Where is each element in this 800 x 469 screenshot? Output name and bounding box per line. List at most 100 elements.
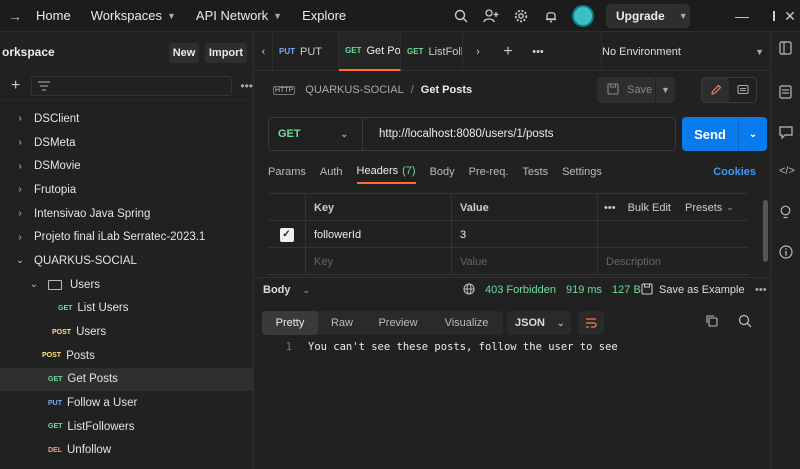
tree-request-follow-user[interactable]: PUT Follow a User: [0, 391, 253, 415]
tab-settings[interactable]: Settings: [562, 160, 602, 184]
tab-list-followers[interactable]: GET ListFoll: [401, 32, 463, 71]
new-value-field[interactable]: Value: [452, 248, 598, 275]
tree-item-label: Unfollow: [67, 444, 112, 457]
new-key-field[interactable]: Key: [306, 248, 452, 275]
tree-item-quarkus-social[interactable]: ⌄ QUARKUS-SOCIAL: [0, 249, 253, 273]
tree-item-dsmovie[interactable]: › DSMovie: [0, 154, 253, 178]
response-size[interactable]: 127 B: [612, 284, 641, 296]
api-network-menu[interactable]: API Network ▼: [196, 8, 282, 23]
back-arrow-icon[interactable]: →: [0, 8, 30, 24]
tree-folder-users[interactable]: ⌄ Users: [0, 273, 253, 297]
method-select[interactable]: GET ⌄: [269, 118, 363, 150]
tab-pretty[interactable]: Pretty: [262, 311, 318, 335]
row-checkbox[interactable]: ✓: [279, 227, 294, 242]
maximize-icon[interactable]: [738, 0, 775, 32]
explore-link[interactable]: Explore: [302, 8, 346, 23]
tab-headers[interactable]: Headers (7): [356, 160, 416, 184]
new-button[interactable]: New: [169, 43, 199, 63]
response-body-line: 1 You can't see these posts, follow the …: [262, 341, 618, 355]
tab-get-posts[interactable]: GET Get Po: [339, 32, 401, 71]
tab-params[interactable]: Params: [268, 160, 306, 184]
send-button[interactable]: Send ⌄: [682, 117, 767, 151]
search-icon[interactable]: [446, 0, 476, 32]
explore-label: Explore: [302, 8, 347, 23]
workspaces-menu[interactable]: Workspaces ▼: [91, 8, 176, 23]
header-value-field[interactable]: 3: [452, 221, 598, 248]
tabs-scroll-left-icon[interactable]: ‹: [255, 32, 273, 71]
more-icon[interactable]: •••: [240, 79, 253, 93]
presets-dropdown[interactable]: Presets: [685, 202, 722, 214]
tree-request-unfollow[interactable]: DEL Unfollow: [0, 439, 253, 463]
tree-request-get-posts[interactable]: GET Get Posts: [0, 367, 253, 392]
tree-request-post-users[interactable]: POST Users: [0, 320, 253, 344]
upgrade-button[interactable]: Upgrade ▼: [606, 4, 690, 28]
table-row: Key Value Description: [268, 248, 748, 275]
home-link[interactable]: Home: [36, 8, 71, 23]
tab-pre-request[interactable]: Pre-req.: [469, 160, 509, 184]
bell-icon[interactable]: [536, 0, 566, 32]
add-user-icon[interactable]: [476, 0, 506, 32]
tab-body[interactable]: Body: [430, 160, 455, 184]
info-icon[interactable]: [779, 245, 793, 262]
tree-item-intensivao[interactable]: › Intensivao Java Spring: [0, 202, 253, 226]
tree-item-dsclient[interactable]: › DSClient: [0, 107, 253, 131]
response-body-label[interactable]: Body: [263, 284, 291, 296]
search-icon[interactable]: [738, 314, 752, 331]
tree-item-projeto-final[interactable]: › Projeto final iLab Serratec-2023.1: [0, 225, 253, 249]
response-divider[interactable]: [255, 277, 770, 278]
chevron-down-icon[interactable]: ⌄: [303, 285, 311, 296]
tab-tests[interactable]: Tests: [522, 160, 548, 184]
pencil-icon[interactable]: [702, 78, 729, 102]
tab-preview[interactable]: Preview: [366, 311, 430, 335]
breadcrumb-collection[interactable]: QUARKUS-SOCIAL: [305, 84, 403, 96]
plus-icon[interactable]: +: [0, 77, 31, 95]
save-as-example-button[interactable]: Save as Example: [641, 282, 745, 298]
tree-request-list-users[interactable]: GET List Users: [0, 297, 253, 321]
header-description-field[interactable]: [598, 221, 748, 248]
tab-auth[interactable]: Auth: [320, 160, 343, 184]
tree-item-frutopia[interactable]: › Frutopia: [0, 178, 253, 202]
lightbulb-icon[interactable]: [779, 205, 792, 222]
more-icon[interactable]: •••: [604, 202, 616, 214]
response-time[interactable]: 919 ms: [566, 284, 602, 296]
tree-request-posts[interactable]: POST Posts: [0, 344, 253, 368]
status-badge[interactable]: 403 Forbidden: [485, 284, 556, 296]
language-select[interactable]: JSON ⌄: [507, 311, 571, 335]
new-description-field[interactable]: Description: [598, 248, 748, 275]
comment-view-icon[interactable]: [729, 78, 756, 102]
import-button[interactable]: Import: [205, 43, 247, 63]
tree-item-label: DSClient: [34, 112, 80, 125]
url-input[interactable]: http://localhost:8080/users/1/posts: [363, 128, 554, 140]
save-button[interactable]: Save ▼: [597, 77, 675, 103]
copy-icon[interactable]: [705, 314, 718, 330]
code-icon[interactable]: </>: [779, 165, 795, 177]
tree-request-list-followers[interactable]: GET ListFollowers: [0, 415, 253, 439]
tab-raw[interactable]: Raw: [318, 311, 366, 335]
new-tab-plus-icon[interactable]: +: [493, 33, 523, 71]
request-title[interactable]: Get Posts: [421, 84, 472, 96]
headers-scrollbar[interactable]: [763, 200, 768, 262]
tabs-scroll-right-icon[interactable]: ›: [463, 33, 493, 71]
wrap-lines-icon[interactable]: [578, 311, 604, 335]
avatar[interactable]: [572, 5, 594, 27]
more-icon[interactable]: •••: [755, 284, 767, 296]
header-key-field[interactable]: followerId: [306, 221, 452, 248]
document-icon[interactable]: [779, 41, 792, 58]
comments-icon[interactable]: [779, 125, 793, 142]
bulk-edit-button[interactable]: Bulk Edit: [628, 202, 671, 214]
api-network-label: API Network: [195, 8, 269, 23]
filter-input[interactable]: [31, 75, 233, 96]
environment-select[interactable]: No Environment ▼: [601, 33, 770, 71]
close-icon[interactable]: ✕: [772, 0, 800, 32]
cookies-link[interactable]: Cookies: [713, 166, 756, 178]
tabs-more-icon[interactable]: •••: [523, 33, 553, 71]
response-body-text[interactable]: You can't see these posts, follow the us…: [308, 341, 618, 355]
gear-icon[interactable]: [506, 0, 536, 32]
info-panel-icon[interactable]: [779, 85, 792, 102]
tab-put[interactable]: PUT PUT: [273, 32, 339, 71]
chevron-down-icon[interactable]: ⌄: [738, 117, 767, 151]
filter-icon: [38, 80, 51, 91]
chevron-down-icon[interactable]: ▼: [655, 77, 675, 103]
tree-item-dsmeta[interactable]: › DSMeta: [0, 131, 253, 155]
tab-visualize[interactable]: Visualize: [430, 311, 503, 335]
